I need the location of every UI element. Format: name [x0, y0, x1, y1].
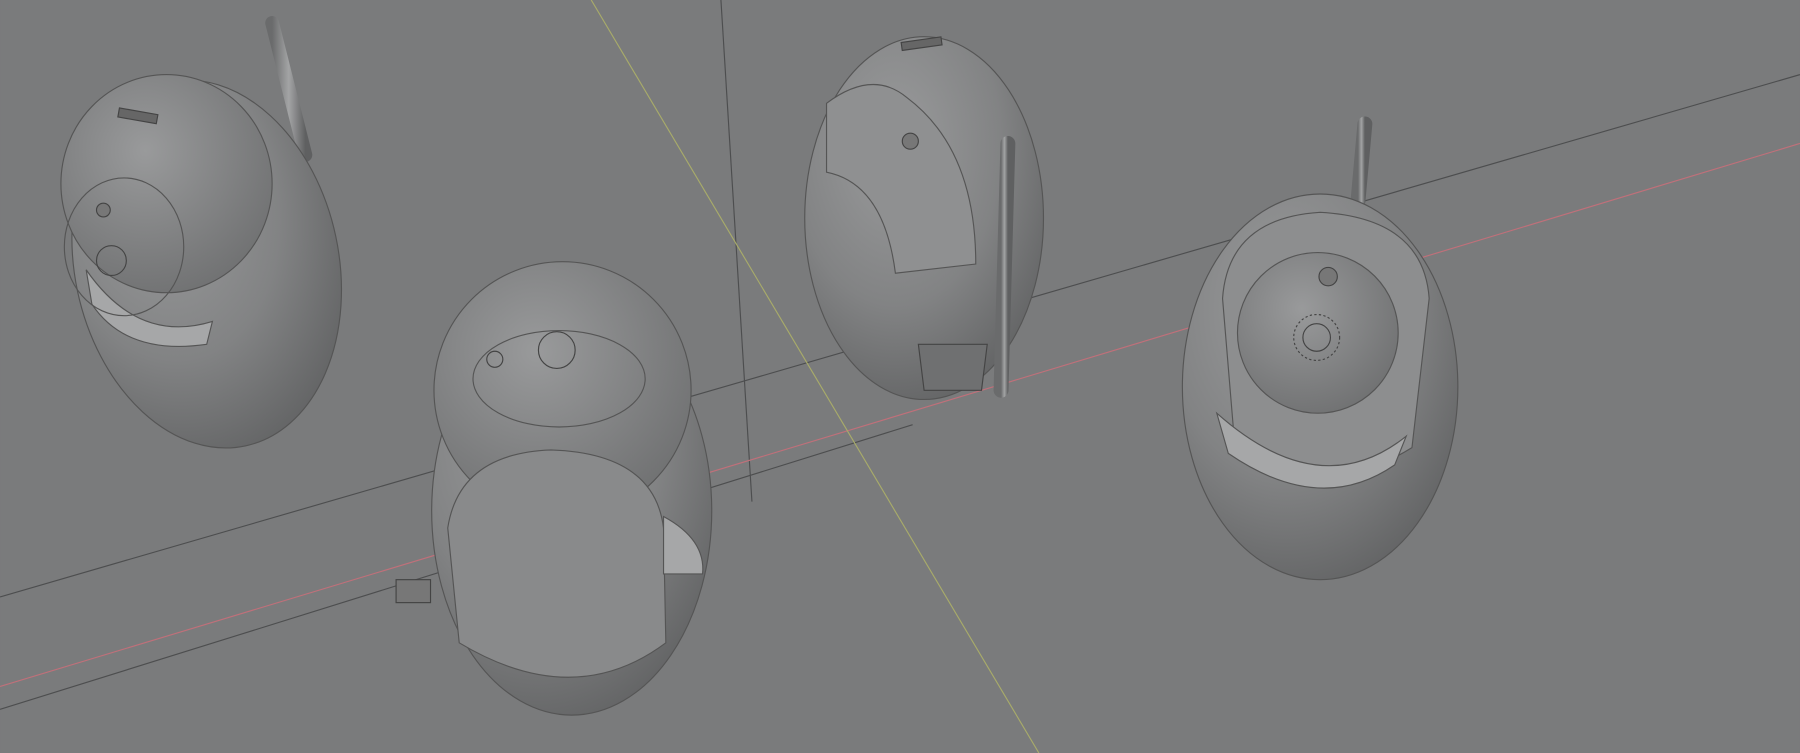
- 3d-viewport[interactable]: [0, 0, 1800, 753]
- viewport-canvas[interactable]: [0, 0, 1800, 753]
- camera-model-3[interactable]: [804, 36, 1045, 401]
- antenna: [1350, 116, 1373, 209]
- antenna: [993, 136, 1016, 398]
